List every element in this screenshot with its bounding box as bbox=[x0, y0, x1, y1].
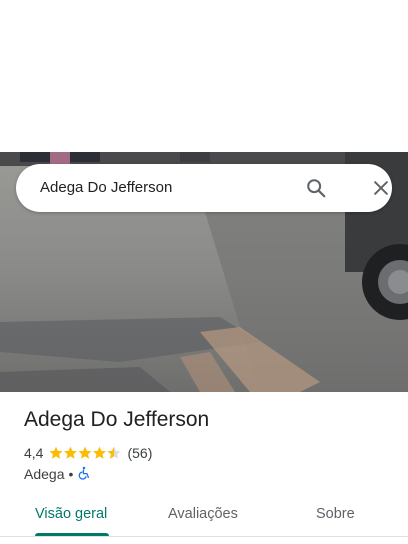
category-row: Adega • bbox=[24, 465, 91, 483]
search-input[interactable]: Adega Do Jefferson bbox=[40, 164, 172, 212]
search-bar[interactable]: Adega Do Jefferson bbox=[16, 164, 392, 212]
place-title: Adega Do Jefferson bbox=[24, 408, 210, 431]
separator-dot: • bbox=[68, 466, 74, 482]
rating-stars bbox=[49, 446, 121, 460]
half-star-icon bbox=[107, 446, 121, 459]
tabs-divider bbox=[0, 536, 408, 537]
tab-about[interactable]: Sobre bbox=[316, 492, 355, 536]
star-icon bbox=[64, 446, 78, 459]
tab-overview[interactable]: Visão geral bbox=[35, 492, 107, 536]
tab-reviews[interactable]: Avaliações bbox=[168, 492, 238, 536]
star-icon bbox=[78, 446, 92, 459]
star-icon bbox=[49, 446, 63, 459]
search-icon[interactable] bbox=[302, 174, 330, 202]
rating-value: 4,4 bbox=[24, 445, 44, 461]
review-count[interactable]: (56) bbox=[127, 445, 152, 461]
place-tabs: Visão geral Avaliações Sobre bbox=[0, 492, 408, 536]
rating-row[interactable]: 4,4 (56) bbox=[24, 444, 152, 462]
close-icon[interactable] bbox=[367, 174, 395, 202]
star-icon bbox=[93, 446, 107, 459]
top-blank-area bbox=[0, 0, 408, 152]
wheelchair-icon bbox=[77, 466, 91, 483]
star-icons bbox=[49, 446, 121, 459]
place-category: Adega bbox=[24, 466, 65, 482]
